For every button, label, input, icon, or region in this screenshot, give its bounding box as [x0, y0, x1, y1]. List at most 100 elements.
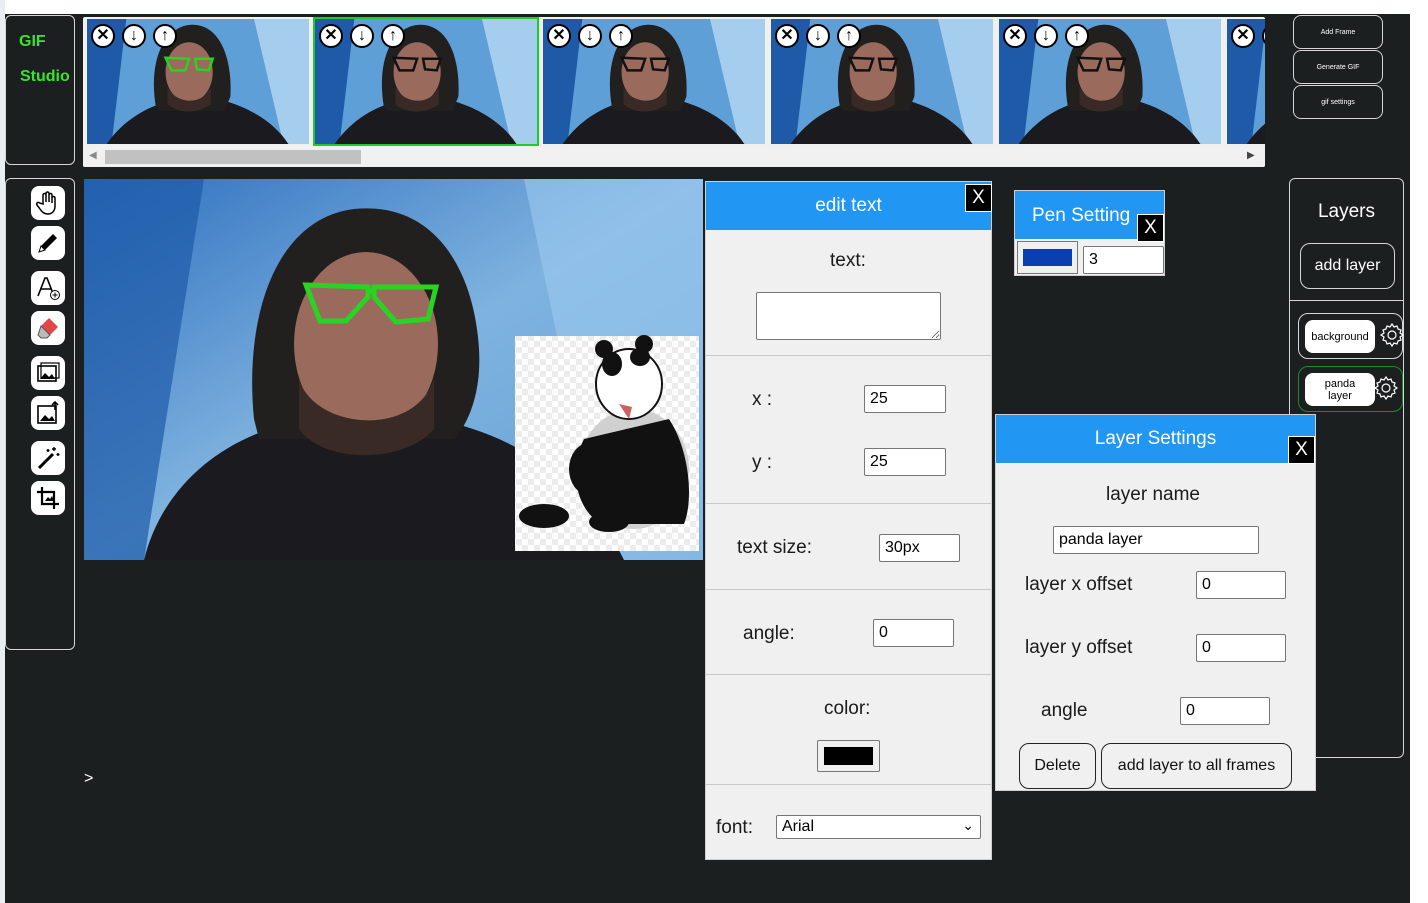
text-size-label: text size:: [737, 537, 812, 558]
frame-delete-button[interactable]: ✕: [319, 24, 343, 48]
frame-thumbnail[interactable]: ✕ ↓ ↑: [85, 17, 311, 146]
frame-thumbnail-image: [771, 19, 993, 144]
browser-right-edge: [1410, 0, 1428, 903]
frame-move-up-button[interactable]: ↑: [837, 24, 861, 48]
logo-studio-text: Studio: [20, 68, 70, 85]
layer-angle-input[interactable]: [1180, 697, 1270, 725]
frame-delete-button[interactable]: ✕: [1003, 24, 1027, 48]
gear-icon[interactable]: [1379, 322, 1405, 348]
frame-move-down-button[interactable]: ↓: [122, 24, 146, 48]
pencil-icon: [38, 234, 57, 253]
layer-item-background[interactable]: background: [1298, 313, 1405, 359]
crop-icon: [37, 487, 59, 509]
text-label: text:: [830, 250, 866, 271]
pen-settings-panel: Pen Setting X: [1014, 190, 1165, 276]
color-picker[interactable]: [817, 740, 880, 772]
pen-color-picker[interactable]: [1017, 241, 1078, 274]
gear-icon[interactable]: [1373, 375, 1399, 401]
layer-name-button[interactable]: background: [1305, 320, 1375, 353]
frame-move-down-button[interactable]: ↓: [350, 24, 374, 48]
layer-name-label: layer name: [1106, 484, 1200, 505]
pen-settings-title: Pen Setting: [1032, 205, 1131, 226]
scroll-left-arrow-icon[interactable]: ◀: [89, 150, 97, 161]
frame-delete-button[interactable]: ✕: [1231, 24, 1255, 48]
chevron-down-icon: ⌄: [962, 817, 974, 833]
frame-thumbnail-image: [315, 19, 537, 144]
layer-settings-title: Layer Settings: [996, 415, 1315, 463]
add-text-icon: [37, 277, 60, 300]
frame-thumbnail[interactable]: ✕↓↑: [1225, 17, 1265, 146]
gif-settings-button[interactable]: gif settings: [1293, 85, 1383, 119]
frame-thumbnail[interactable]: ✕ ↓ ↑: [769, 17, 995, 146]
layer-x-offset-input[interactable]: [1196, 571, 1286, 599]
font-label: font:: [716, 817, 753, 838]
angle-input[interactable]: [873, 619, 954, 647]
layer-y-offset-label: layer y offset: [1025, 637, 1133, 658]
scroll-thumb[interactable]: [105, 150, 361, 164]
add-image-icon: [37, 362, 60, 382]
frame-thumbnail[interactable]: ✕ ↓ ↑: [313, 17, 539, 146]
hand-icon: [35, 191, 56, 215]
frame-thumbnail-image: [543, 19, 765, 144]
angle-label: angle:: [743, 623, 795, 644]
add-layer-to-all-frames-button[interactable]: add layer to all frames: [1101, 743, 1292, 789]
layer-settings-close-button[interactable]: X: [1288, 436, 1315, 464]
add-text-tool-button[interactable]: [31, 271, 65, 305]
layer-name-button[interactable]: panda layer: [1305, 373, 1375, 406]
frame-move-down-button[interactable]: ↓: [1034, 24, 1058, 48]
layer-y-offset-input[interactable]: [1196, 634, 1286, 662]
magic-wand-icon: [37, 447, 60, 470]
frame-delete-button[interactable]: ✕: [91, 24, 115, 48]
hand-tool-button[interactable]: [31, 186, 65, 220]
frame-strip-scrollbar[interactable]: ◀ ▶: [83, 146, 1265, 167]
text-input[interactable]: [756, 292, 941, 340]
x-label: x :: [752, 389, 773, 410]
x-input[interactable]: [864, 385, 946, 413]
layer-item-panda[interactable]: panda layer: [1298, 366, 1403, 412]
font-select-value: Arial: [782, 818, 815, 835]
separator: [706, 355, 991, 356]
add-image-tool-button[interactable]: [31, 356, 65, 390]
frame-move-up-button[interactable]: ↑: [1065, 24, 1089, 48]
add-layer-button[interactable]: add layer: [1300, 243, 1395, 289]
crop-tool-button[interactable]: [31, 481, 65, 515]
scroll-right-arrow-icon[interactable]: ▶: [1247, 150, 1255, 161]
pen-color-swatch: [1023, 249, 1072, 266]
layer-name-input[interactable]: [1053, 526, 1259, 554]
frame-move-down-button[interactable]: ↓: [806, 24, 830, 48]
pen-size-input[interactable]: [1083, 246, 1164, 274]
frame-move-up-button[interactable]: ↑: [381, 24, 405, 48]
logo-gif-text: GIF: [19, 33, 46, 50]
edit-text-title: edit text: [706, 182, 991, 230]
eraser-tool-button[interactable]: [31, 311, 65, 345]
frame-thumbnail-image: [999, 19, 1221, 144]
frame-move-down-button[interactable]: ↓: [578, 24, 602, 48]
frame-move-up-button[interactable]: ↑: [609, 24, 633, 48]
magic-wand-tool-button[interactable]: [31, 441, 65, 475]
text-size-input[interactable]: [879, 534, 960, 562]
eraser-icon: [37, 318, 58, 339]
upload-image-tool-button[interactable]: [31, 396, 65, 430]
frame-delete-button[interactable]: ✕: [547, 24, 571, 48]
y-input[interactable]: [864, 448, 946, 476]
edit-text-close-button[interactable]: X: [965, 184, 992, 212]
pencil-tool-button[interactable]: [31, 226, 65, 260]
layers-divider: [1290, 300, 1403, 301]
separator: [706, 589, 991, 590]
frame-thumbnail[interactable]: ✕ ↓ ↑: [997, 17, 1223, 146]
frame-delete-button[interactable]: ✕: [775, 24, 799, 48]
add-frame-button[interactable]: Add Frame: [1293, 15, 1383, 49]
frame-thumbnail-image: [87, 19, 309, 144]
generate-gif-button[interactable]: Generate GIF: [1293, 50, 1383, 84]
editing-canvas[interactable]: [84, 179, 703, 560]
edit-text-panel: edit text X text: x : y : text size: ang…: [705, 181, 992, 860]
font-select[interactable]: Arial ⌄: [776, 815, 981, 839]
frame-thumbnail[interactable]: ✕ ↓ ↑: [541, 17, 767, 146]
layers-title: Layers: [1317, 201, 1376, 222]
separator: [706, 674, 991, 675]
pen-settings-close-button[interactable]: X: [1137, 214, 1164, 242]
frame-move-up-button[interactable]: ↑: [153, 24, 177, 48]
delete-layer-button[interactable]: Delete: [1019, 743, 1096, 789]
color-label: color:: [824, 698, 871, 719]
upload-image-icon: [37, 400, 59, 424]
